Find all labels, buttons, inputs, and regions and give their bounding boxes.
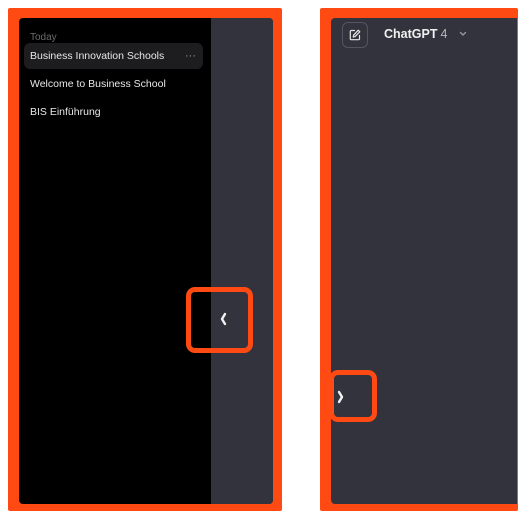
highlight-frame-sidebar-open: Today Business Innovation Schools ··· We…: [8, 8, 282, 511]
model-selector[interactable]: ChatGPT 4: [384, 27, 447, 41]
new-chat-button[interactable]: [342, 22, 368, 48]
chat-history-item[interactable]: Welcome to Business School: [24, 71, 203, 97]
main-area-strip: [211, 18, 273, 504]
section-label-today: Today: [30, 32, 57, 43]
model-version-label: 4: [440, 27, 448, 41]
chat-title: Welcome to Business School: [30, 78, 166, 90]
chat-history-item[interactable]: BIS Einführung: [24, 99, 203, 125]
chevron-down-icon[interactable]: [459, 31, 467, 37]
chat-history-item[interactable]: Business Innovation Schools ···: [24, 43, 203, 69]
main-chat-area: [331, 18, 517, 504]
chat-title: Business Innovation Schools: [30, 50, 165, 62]
chevron-right-icon[interactable]: [336, 389, 346, 405]
chat-title: BIS Einführung: [30, 106, 101, 118]
screenshot-root: Today Business Innovation Schools ··· We…: [0, 0, 518, 519]
model-name-label: ChatGPT: [384, 27, 438, 41]
edit-square-icon: [349, 29, 361, 41]
highlight-frame-sidebar-closed: [320, 8, 518, 511]
more-options-icon[interactable]: ···: [185, 43, 196, 69]
chevron-left-icon[interactable]: [218, 311, 228, 327]
sidebar: Today Business Innovation Schools ··· We…: [19, 18, 273, 504]
